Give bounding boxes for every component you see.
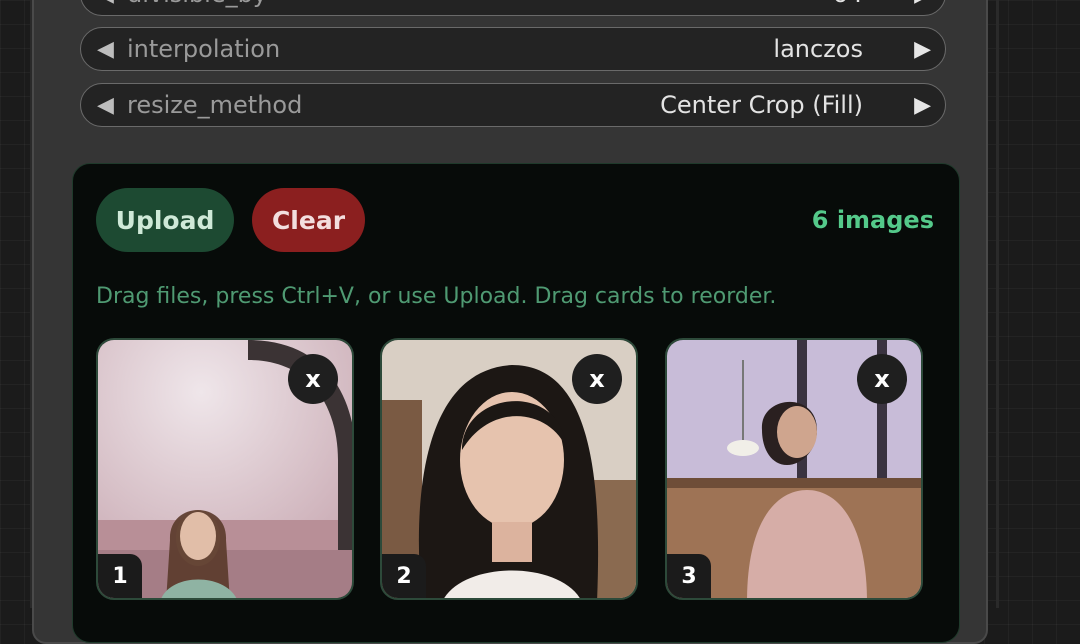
clear-button[interactable]: Clear (252, 188, 365, 252)
widget-value: Center Crop (Fill) (660, 91, 863, 119)
image-index-badge: 2 (382, 554, 426, 598)
decrement-arrow-icon[interactable]: ◀ (97, 84, 114, 126)
image-card[interactable]: x 2 (380, 338, 638, 600)
remove-image-button[interactable]: x (857, 354, 907, 404)
decrement-arrow-icon[interactable]: ◀ (97, 0, 114, 15)
remove-image-button[interactable]: x (572, 354, 622, 404)
image-card[interactable]: x 3 (665, 338, 923, 600)
widget-label: resize_method (127, 91, 303, 119)
widget-label: interpolation (127, 35, 281, 63)
image-index-badge: 3 (667, 554, 711, 598)
image-card[interactable]: x 1 (96, 338, 354, 600)
image-index-badge: 1 (98, 554, 142, 598)
widget-value: 64 (832, 0, 863, 15)
canvas-edge-right (996, 0, 999, 608)
remove-image-button[interactable]: x (288, 354, 338, 404)
upload-hint: Drag files, press Ctrl+V, or use Upload.… (96, 284, 777, 309)
increment-arrow-icon[interactable]: ▶ (914, 28, 931, 70)
image-count: 6 images (811, 206, 934, 234)
increment-arrow-icon[interactable]: ▶ (914, 84, 931, 126)
widget-interpolation[interactable]: ◀ interpolation lanczos ▶ (80, 27, 946, 71)
widget-resize-method[interactable]: ◀ resize_method Center Crop (Fill) ▶ (80, 83, 946, 127)
widget-label: divisible_by (127, 0, 267, 15)
widget-value: lanczos (773, 35, 863, 63)
upload-button[interactable]: Upload (96, 188, 234, 252)
decrement-arrow-icon[interactable]: ◀ (97, 28, 114, 70)
increment-arrow-icon[interactable]: ▶ (914, 0, 931, 15)
widget-divisible-by[interactable]: ◀ divisible_by 64 ▶ (80, 0, 946, 16)
